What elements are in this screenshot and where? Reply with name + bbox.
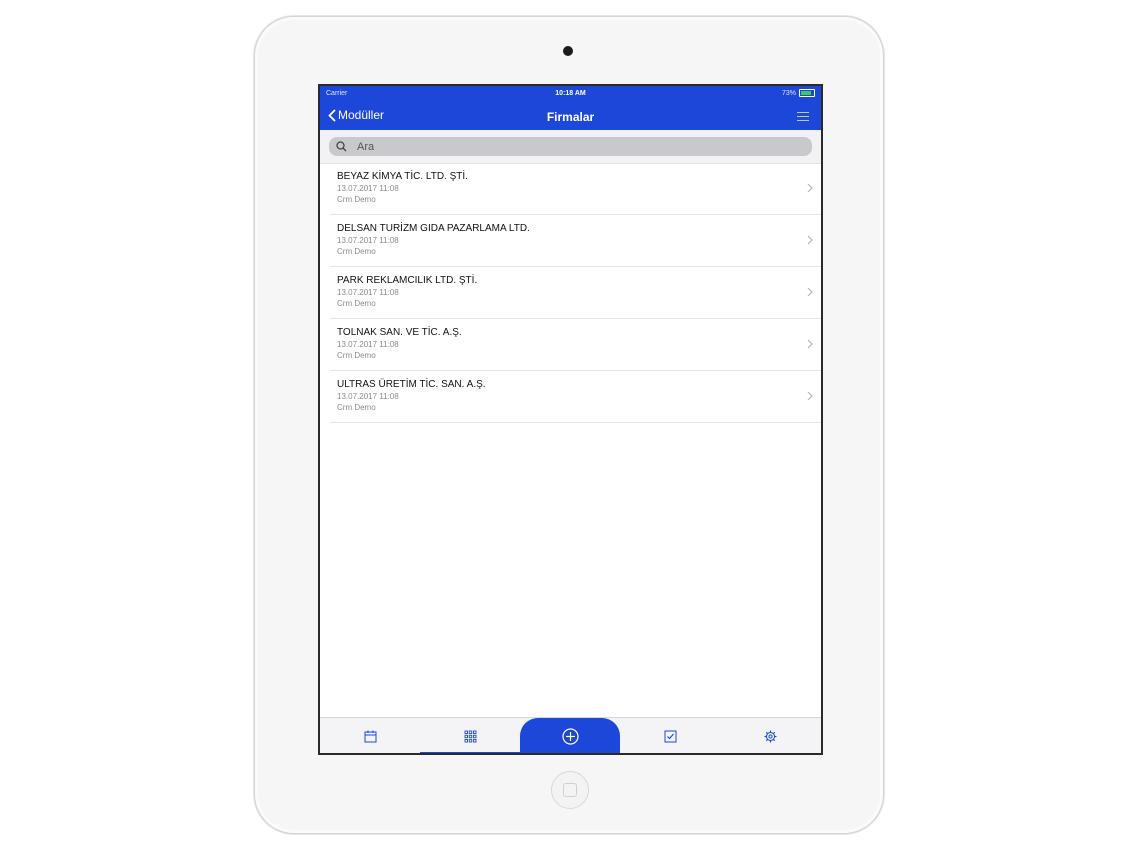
company-list: BEYAZ KİMYA TİC. LTD. ŞTİ. 13.07.2017 11:… xyxy=(330,163,821,423)
company-owner: Crm Demo xyxy=(337,403,376,412)
chevron-right-icon xyxy=(807,391,813,401)
search-bar[interactable] xyxy=(329,137,812,156)
company-name: DELSAN TURİZM GIDA PAZARLAMA LTD. xyxy=(337,223,530,234)
chevron-right-icon xyxy=(807,339,813,349)
company-name: BEYAZ KİMYA TİC. LTD. ŞTİ. xyxy=(337,171,468,182)
status-battery: 73% xyxy=(782,89,815,97)
checkbox-icon xyxy=(664,730,676,742)
company-owner: Crm Demo xyxy=(337,351,376,360)
navigation-bar: Modüller Firmalar xyxy=(320,102,821,130)
tab-tasks[interactable] xyxy=(620,718,720,753)
company-owner: Crm Demo xyxy=(337,247,376,256)
tab-bar xyxy=(320,717,821,753)
active-tab-indicator xyxy=(420,752,520,753)
company-owner: Crm Demo xyxy=(337,195,376,204)
plus-circle-icon xyxy=(561,727,579,745)
chevron-right-icon xyxy=(807,235,813,245)
chevron-right-icon xyxy=(807,287,813,297)
search-section xyxy=(320,130,821,164)
tab-modules[interactable] xyxy=(420,718,520,753)
app-header: Carrier 10:18 AM 73% Modüller Firmalar xyxy=(320,86,821,130)
battery-icon xyxy=(799,89,815,97)
add-button[interactable] xyxy=(520,718,620,753)
camera xyxy=(563,46,573,56)
gear-icon xyxy=(764,730,776,742)
grid-icon xyxy=(464,730,476,742)
status-bar: Carrier 10:18 AM 73% xyxy=(320,86,821,102)
company-row[interactable]: DELSAN TURİZM GIDA PAZARLAMA LTD. 13.07.2… xyxy=(330,215,821,267)
company-name: PARK REKLAMCILIK LTD. ŞTİ. xyxy=(337,275,478,286)
search-icon xyxy=(336,141,347,152)
page-title: Firmalar xyxy=(546,110,595,124)
tab-calendar[interactable] xyxy=(320,718,420,753)
company-owner: Crm Demo xyxy=(337,299,376,308)
menu-icon[interactable] xyxy=(797,112,809,122)
company-date: 13.07.2017 11:08 xyxy=(337,340,399,349)
app-screen: Carrier 10:18 AM 73% Modüller Firmalar A… xyxy=(318,84,823,755)
company-row[interactable]: BEYAZ KİMYA TİC. LTD. ŞTİ. 13.07.2017 11:… xyxy=(330,163,821,215)
calendar-icon xyxy=(364,730,376,742)
company-name: TOLNAK SAN. VE TİC. A.Ş. xyxy=(337,327,462,338)
company-row[interactable]: PARK REKLAMCILIK LTD. ŞTİ. 13.07.2017 11:… xyxy=(330,267,821,319)
tab-settings[interactable] xyxy=(720,718,820,753)
battery-percent: 73% xyxy=(781,89,796,97)
company-row[interactable]: ULTRAS ÜRETİM TİC. SAN. A.Ş. 13.07.2017 1… xyxy=(330,371,821,423)
search-input[interactable] xyxy=(355,139,799,154)
company-date: 13.07.2017 11:08 xyxy=(337,392,399,401)
company-date: 13.07.2017 11:08 xyxy=(337,236,399,245)
home-button[interactable] xyxy=(551,771,589,809)
company-date: 13.07.2017 11:08 xyxy=(337,184,399,193)
company-name: ULTRAS ÜRETİM TİC. SAN. A.Ş. xyxy=(337,379,486,390)
company-row[interactable]: TOLNAK SAN. VE TİC. A.Ş. 13.07.2017 11:08… xyxy=(330,319,821,371)
status-time: 10:18 AM xyxy=(555,90,586,97)
company-date: 13.07.2017 11:08 xyxy=(337,288,399,297)
chevron-right-icon xyxy=(807,183,813,193)
